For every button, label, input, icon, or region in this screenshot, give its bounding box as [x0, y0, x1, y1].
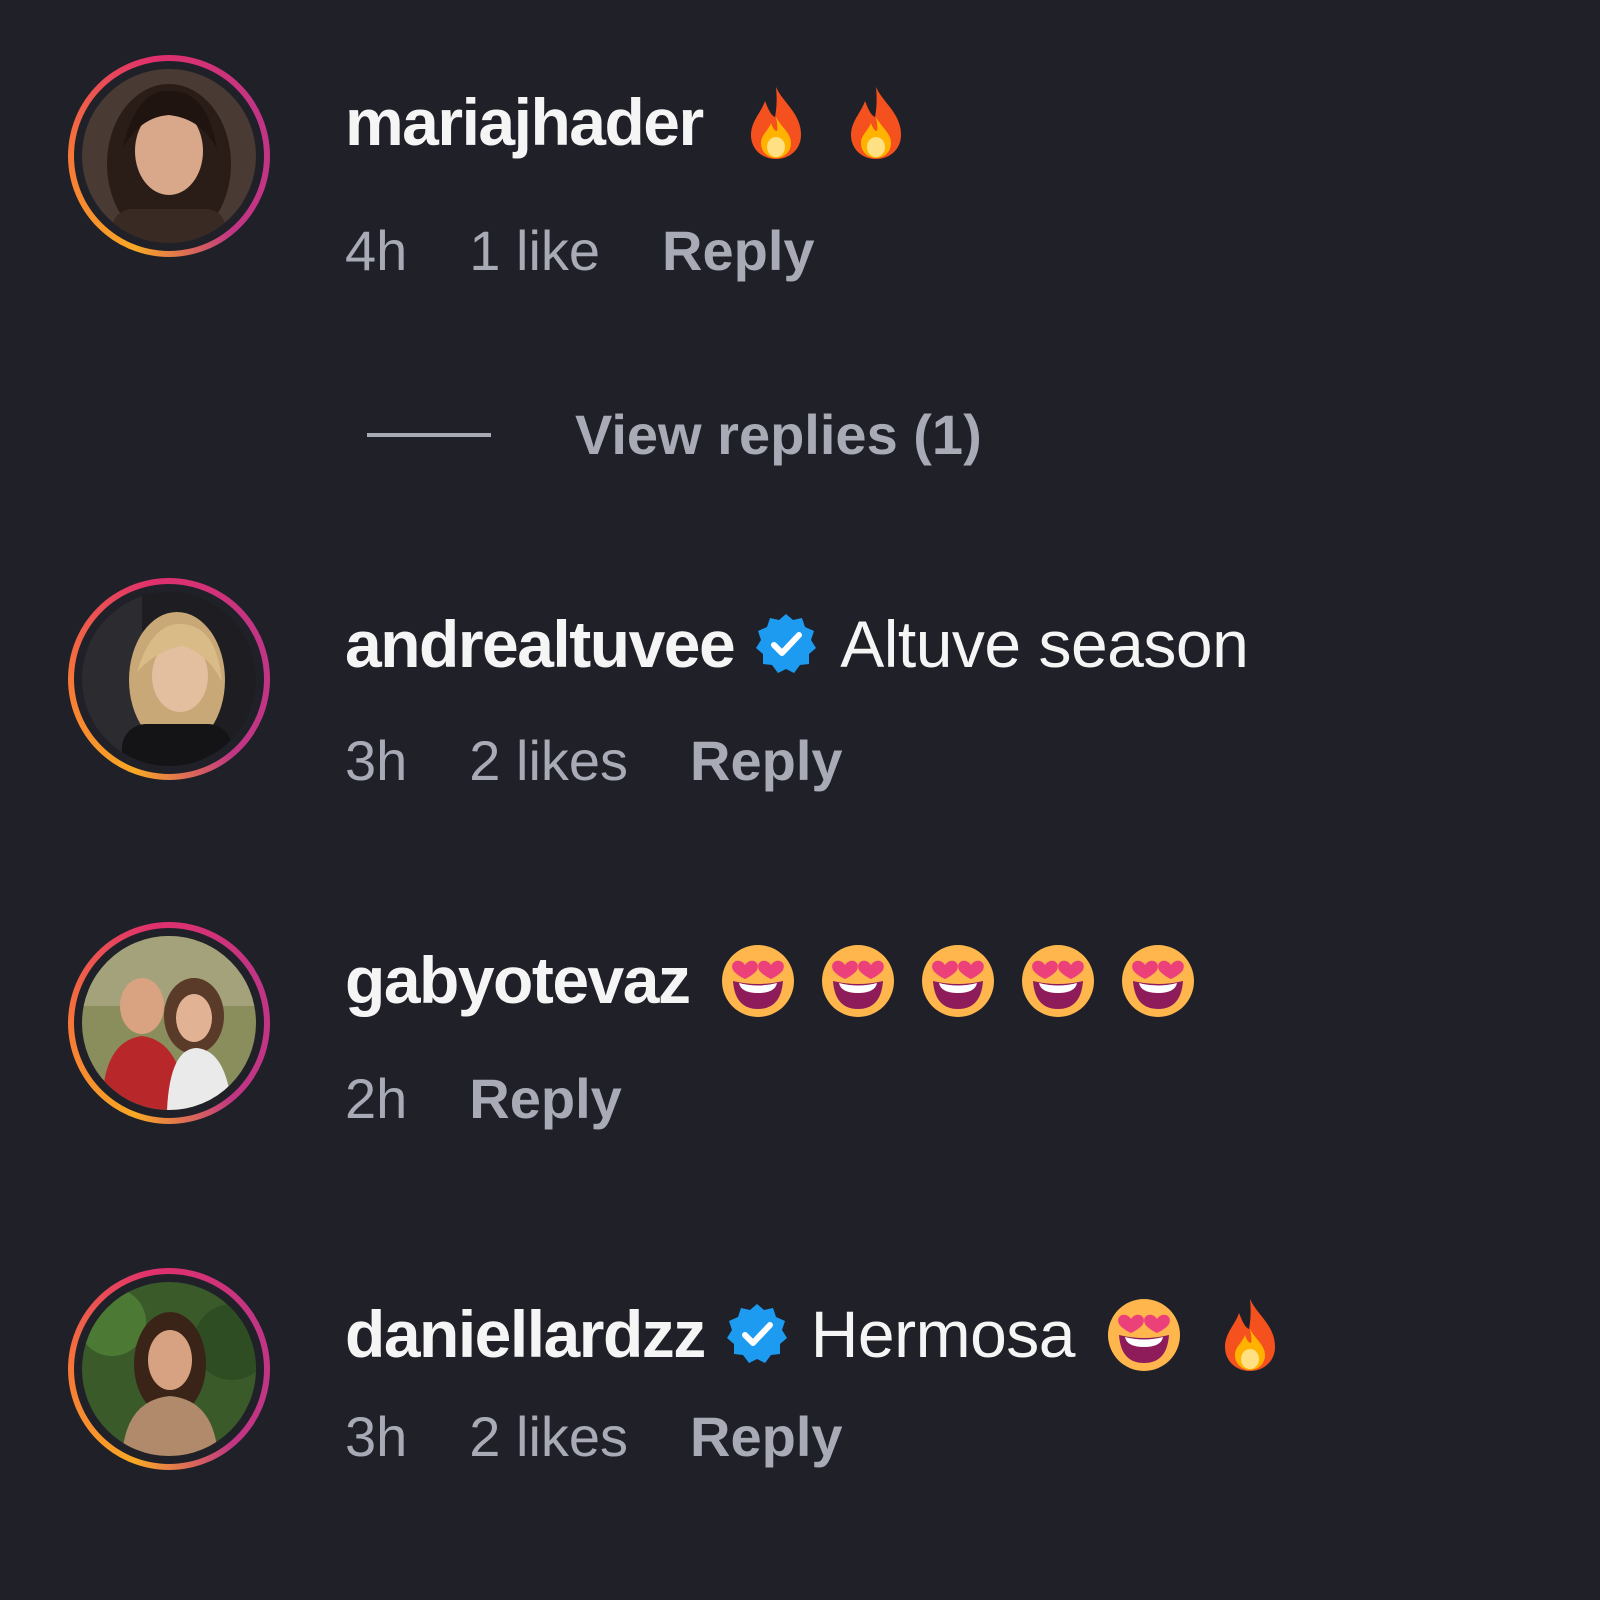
profile-photo [82, 936, 256, 1110]
like-count[interactable]: 2 likes [469, 1402, 628, 1472]
comment-timestamp: 4h [345, 219, 408, 282]
avatar[interactable] [68, 922, 270, 1124]
reply-button[interactable]: Reply [690, 726, 843, 796]
like-count[interactable]: 2 likes [469, 726, 628, 796]
avatar[interactable] [68, 55, 270, 257]
comment-timestamp: 3h [345, 729, 408, 792]
heart-eyes-emoji [919, 941, 997, 1019]
fire-emoji [1211, 1295, 1289, 1373]
like-count[interactable]: 1 like [469, 216, 600, 286]
view-replies-label: View replies (1) [575, 403, 982, 466]
fire-emoji [737, 83, 815, 161]
heart-eyes-emoji [719, 941, 797, 1019]
fire-emoji [837, 83, 915, 161]
verified-badge-icon [754, 612, 818, 676]
divider [367, 433, 491, 437]
profile-photo [82, 1282, 256, 1456]
comment-username[interactable]: gabyotevaz [345, 940, 691, 1020]
heart-eyes-emoji [1119, 941, 1197, 1019]
comment-text: Altuve season [840, 607, 1249, 681]
profile-photo [82, 592, 256, 766]
avatar[interactable] [68, 578, 270, 780]
heart-eyes-emoji [1019, 941, 1097, 1019]
comment-text: Hermosa [810, 1297, 1076, 1371]
comment-username[interactable]: andrealtuvee [345, 604, 736, 684]
profile-photo [82, 69, 256, 243]
verified-badge-icon [725, 1302, 789, 1366]
comment-username[interactable]: mariajhader [345, 82, 704, 162]
comment-timestamp: 3h [345, 1405, 408, 1468]
heart-eyes-emoji [819, 941, 897, 1019]
reply-button[interactable]: Reply [469, 1064, 622, 1134]
heart-eyes-emoji [1105, 1295, 1183, 1373]
reply-button[interactable]: Reply [662, 216, 815, 286]
avatar[interactable] [68, 1268, 270, 1470]
comment-timestamp: 2h [345, 1067, 408, 1130]
reply-button[interactable]: Reply [690, 1402, 843, 1472]
comment-username[interactable]: daniellardzz [345, 1294, 706, 1374]
view-replies-button[interactable]: View replies (1) [367, 400, 982, 470]
